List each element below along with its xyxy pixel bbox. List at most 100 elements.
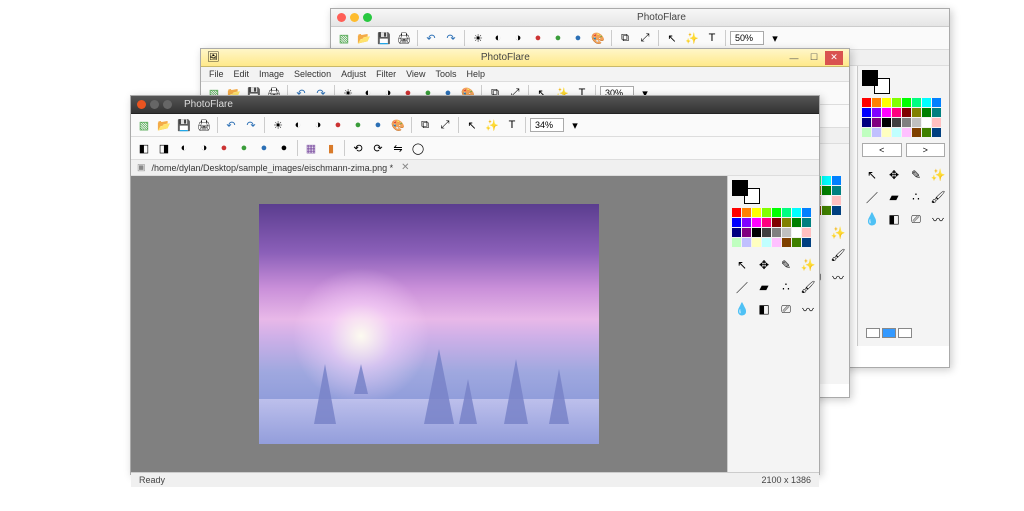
linux-canvas[interactable]: [131, 176, 727, 472]
palette-swatch[interactable]: [912, 128, 921, 137]
menu-adjust[interactable]: Adjust: [341, 69, 366, 79]
crop-icon[interactable]: ⧉: [416, 116, 434, 134]
palette-swatch[interactable]: [912, 98, 921, 107]
palette-swatch[interactable]: [802, 238, 811, 247]
contrast2-icon[interactable]: ◑: [309, 116, 327, 134]
palette-swatch[interactable]: [802, 208, 811, 217]
redo-icon[interactable]: ↷: [442, 29, 460, 47]
palette-swatch[interactable]: [792, 238, 801, 247]
new-icon[interactable]: ▧: [335, 29, 353, 47]
wand-icon[interactable]: ✨: [483, 116, 501, 134]
linux-window-controls[interactable]: [137, 100, 172, 109]
fg-bg-swatch[interactable]: [862, 70, 890, 94]
eraser-tool[interactable]: ◧: [884, 209, 904, 229]
resize-icon[interactable]: ⤢: [436, 116, 454, 134]
pointer-tool[interactable]: ↖: [732, 255, 752, 275]
palette-swatch[interactable]: [872, 98, 881, 107]
palette-swatch[interactable]: [752, 228, 761, 237]
save-icon[interactable]: 💾: [175, 116, 193, 134]
palette-swatch[interactable]: [822, 186, 831, 195]
text-icon[interactable]: T: [503, 116, 521, 134]
brightness-icon[interactable]: ☀: [469, 29, 487, 47]
move-tool[interactable]: ✥: [884, 165, 904, 185]
palette-icon[interactable]: 🎨: [589, 29, 607, 47]
palette-swatch[interactable]: [922, 128, 931, 137]
wand-tool[interactable]: ✨: [928, 165, 948, 185]
circle-half2-icon[interactable]: ◑: [195, 139, 213, 157]
move-tool[interactable]: ✥: [754, 255, 774, 275]
menu-tools[interactable]: Tools: [435, 69, 456, 79]
palette-swatch[interactable]: [802, 218, 811, 227]
palette-swatch[interactable]: [882, 98, 891, 107]
menu-file[interactable]: File: [209, 69, 224, 79]
win-titlebar[interactable]: 🖼 PhotoFlare —☐✕: [201, 49, 849, 67]
print-icon[interactable]: 🖨: [195, 116, 213, 134]
mac-palette[interactable]: [862, 98, 945, 137]
strip-swatch[interactable]: [898, 328, 912, 338]
tab-x-icon[interactable]: ✕: [401, 162, 409, 173]
palette-swatch[interactable]: [872, 118, 881, 127]
palette-swatch[interactable]: [892, 128, 901, 137]
palette-swatch[interactable]: [882, 128, 891, 137]
palette-swatch[interactable]: [862, 98, 871, 107]
palette-swatch[interactable]: [862, 108, 871, 117]
palette-swatch[interactable]: [832, 176, 841, 185]
strip-swatch[interactable]: [882, 328, 896, 338]
resize-icon[interactable]: ⤢: [636, 29, 654, 47]
linux-titlebar[interactable]: PhotoFlare: [131, 96, 819, 114]
smudge-tool[interactable]: 〰: [798, 299, 818, 319]
palette-swatch[interactable]: [862, 118, 871, 127]
palette-swatch[interactable]: [822, 196, 831, 205]
contrast-icon[interactable]: ◐: [489, 29, 507, 47]
smudge-tool[interactable]: 〰: [928, 209, 948, 229]
ellipse-icon[interactable]: ◯: [409, 139, 427, 157]
palette-swatch[interactable]: [912, 118, 921, 127]
circle-green-icon[interactable]: ●: [349, 116, 367, 134]
palette-swatch[interactable]: [752, 238, 761, 247]
contrast2-icon[interactable]: ◑: [509, 29, 527, 47]
circle-red-icon[interactable]: ●: [329, 116, 347, 134]
palette-swatch[interactable]: [882, 118, 891, 127]
dropper-tool[interactable]: ✎: [776, 255, 796, 275]
menu-help[interactable]: Help: [466, 69, 485, 79]
zoom-dropdown-icon[interactable]: ▾: [566, 116, 584, 134]
palette-swatch[interactable]: [882, 108, 891, 117]
undo-icon[interactable]: ↶: [222, 116, 240, 134]
fg-bg-swatch[interactable]: [732, 180, 760, 204]
menu-view[interactable]: View: [406, 69, 425, 79]
palette-swatch[interactable]: [932, 128, 941, 137]
rainbow-icon[interactable]: ▮: [322, 139, 340, 157]
palette-swatch[interactable]: [932, 108, 941, 117]
eraser-tool[interactable]: ◧: [754, 299, 774, 319]
palette-swatch[interactable]: [892, 98, 901, 107]
palette-swatch[interactable]: [752, 218, 761, 227]
line-tool[interactable]: ／: [732, 277, 752, 297]
palette-swatch[interactable]: [802, 228, 811, 237]
wand-tool[interactable]: ✨: [828, 223, 848, 243]
palette-swatch[interactable]: [872, 108, 881, 117]
mac-traffic-lights[interactable]: [337, 13, 372, 22]
dot-blue-icon[interactable]: ●: [255, 139, 273, 157]
palette-swatch[interactable]: [762, 238, 771, 247]
palette-swatch[interactable]: [772, 228, 781, 237]
print-icon[interactable]: 🖨: [395, 29, 413, 47]
circle-half-icon[interactable]: ◐: [175, 139, 193, 157]
palette-swatch[interactable]: [732, 218, 741, 227]
palette-swatch[interactable]: [932, 118, 941, 127]
palette-swatch[interactable]: [912, 108, 921, 117]
stamp-tool[interactable]: ⎚: [906, 209, 926, 229]
undo-icon[interactable]: ↶: [422, 29, 440, 47]
palette-swatch[interactable]: [782, 238, 791, 247]
palette-swatch[interactable]: [742, 228, 751, 237]
mac-color-strip[interactable]: [866, 328, 941, 338]
gradient-icon[interactable]: ▦: [302, 139, 320, 157]
palette-swatch[interactable]: [862, 128, 871, 137]
dot-red-icon[interactable]: ●: [215, 139, 233, 157]
spray-tool[interactable]: ∴: [776, 277, 796, 297]
line-tool[interactable]: ／: [862, 187, 882, 207]
fill-tool[interactable]: ▰: [754, 277, 774, 297]
palette-swatch[interactable]: [752, 208, 761, 217]
wand-tool[interactable]: ✨: [798, 255, 818, 275]
palette-swatch[interactable]: [762, 208, 771, 217]
open-icon[interactable]: 📂: [155, 116, 173, 134]
